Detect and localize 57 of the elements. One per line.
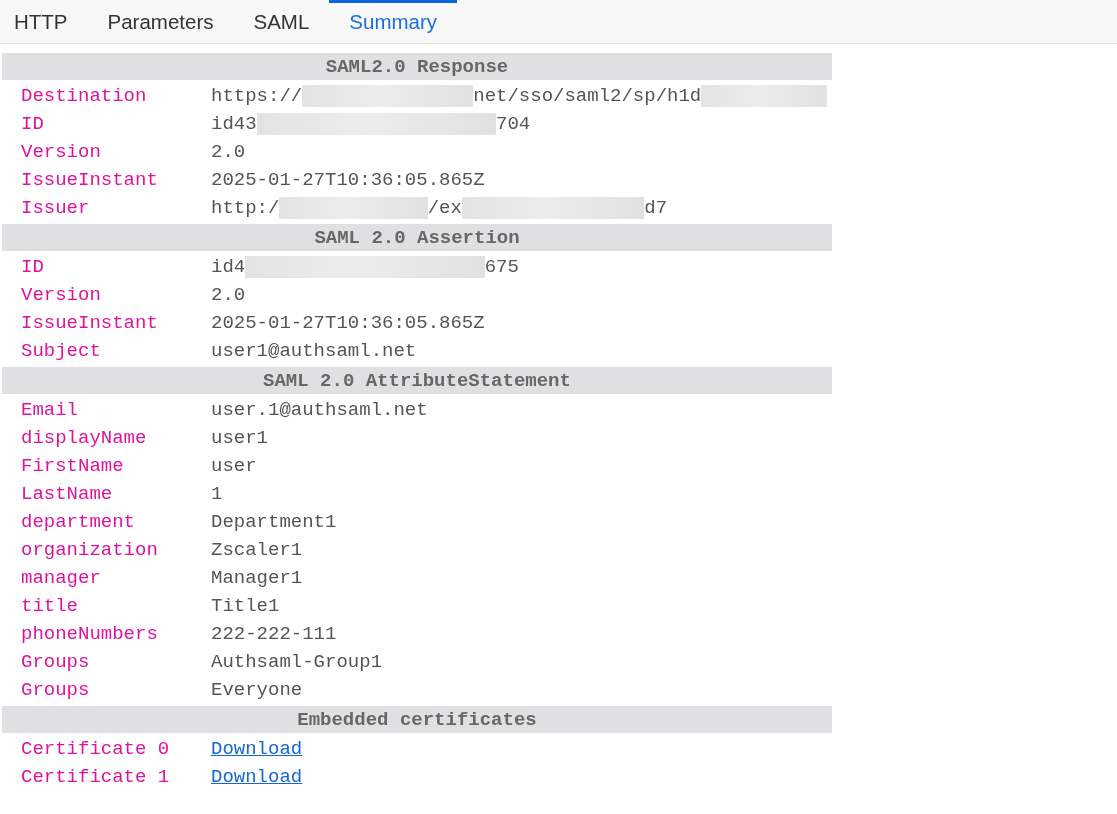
field-label: organization xyxy=(20,539,159,561)
field-value: id43 xyxy=(211,113,257,135)
section-header: Embedded certificates xyxy=(2,706,832,733)
section-header: SAML2.0 Response xyxy=(2,53,832,80)
field-value: https:// xyxy=(211,85,303,107)
field-value: 1 xyxy=(211,483,223,505)
field-value: Authsaml-Group1 xyxy=(211,651,383,673)
field-value: Everyone xyxy=(211,679,303,701)
field-label: ID xyxy=(20,113,45,135)
field-value: user1@authsaml.net xyxy=(211,340,417,362)
tab[interactable]: Parameters xyxy=(87,0,234,43)
field-label: Version xyxy=(20,141,102,163)
field-value: /ex xyxy=(427,197,462,219)
field-label: Groups xyxy=(20,651,91,673)
field-label: LastName xyxy=(20,483,114,505)
download-link[interactable]: Download xyxy=(211,738,303,760)
field-label: Subject xyxy=(20,340,102,362)
field-value: 2025-01-27T10:36:05.865Z xyxy=(211,312,485,334)
field-value: user.1@authsaml.net xyxy=(211,399,428,421)
field-value: 222-222-111 xyxy=(211,623,337,645)
field-label: Destination xyxy=(20,85,148,107)
section-header: SAML 2.0 Assertion xyxy=(2,224,832,251)
field-label: IssueInstant xyxy=(20,169,159,191)
field-value: user xyxy=(211,455,257,477)
field-value: id4 xyxy=(211,256,246,278)
tab[interactable]: Summary xyxy=(329,0,458,43)
field-label: Version xyxy=(20,284,102,306)
tab[interactable]: HTTP xyxy=(0,0,88,43)
field-value: Title1 xyxy=(211,595,280,617)
field-value: Manager1 xyxy=(211,567,303,589)
field-label: ID xyxy=(20,256,45,278)
field-label: Email xyxy=(20,399,79,421)
field-label: Issuer xyxy=(20,197,91,219)
download-link[interactable]: Download xyxy=(211,766,303,788)
field-label: FirstName xyxy=(20,455,125,477)
field-value: user1 xyxy=(211,427,268,449)
field-label: department xyxy=(20,511,137,533)
field-label: title xyxy=(20,595,79,617)
field-value: 2025-01-27T10:36:05.865Z xyxy=(211,169,485,191)
field-label: manager xyxy=(20,567,102,589)
field-value: d7 xyxy=(644,197,668,219)
field-label: IssueInstant xyxy=(20,312,159,334)
field-value: 704 xyxy=(496,113,531,135)
field-value: http:/ xyxy=(211,197,280,219)
field-value: 675 xyxy=(484,256,519,278)
section-header: SAML 2.0 AttributeStatement xyxy=(2,367,832,394)
field-value: net/sso/saml2/sp/h1d xyxy=(473,85,702,107)
field-label: Certificate 0 xyxy=(20,738,171,760)
tab[interactable]: SAML xyxy=(233,0,330,43)
field-label: displayName xyxy=(20,427,148,449)
field-value: Zscaler1 xyxy=(211,539,303,561)
field-value: 2.0 xyxy=(211,141,246,163)
field-label: Certificate 1 xyxy=(20,766,171,788)
field-label: phoneNumbers xyxy=(20,623,159,645)
field-value: 2.0 xyxy=(211,284,246,306)
field-label: Groups xyxy=(20,679,91,701)
field-value: Department1 xyxy=(211,511,337,533)
